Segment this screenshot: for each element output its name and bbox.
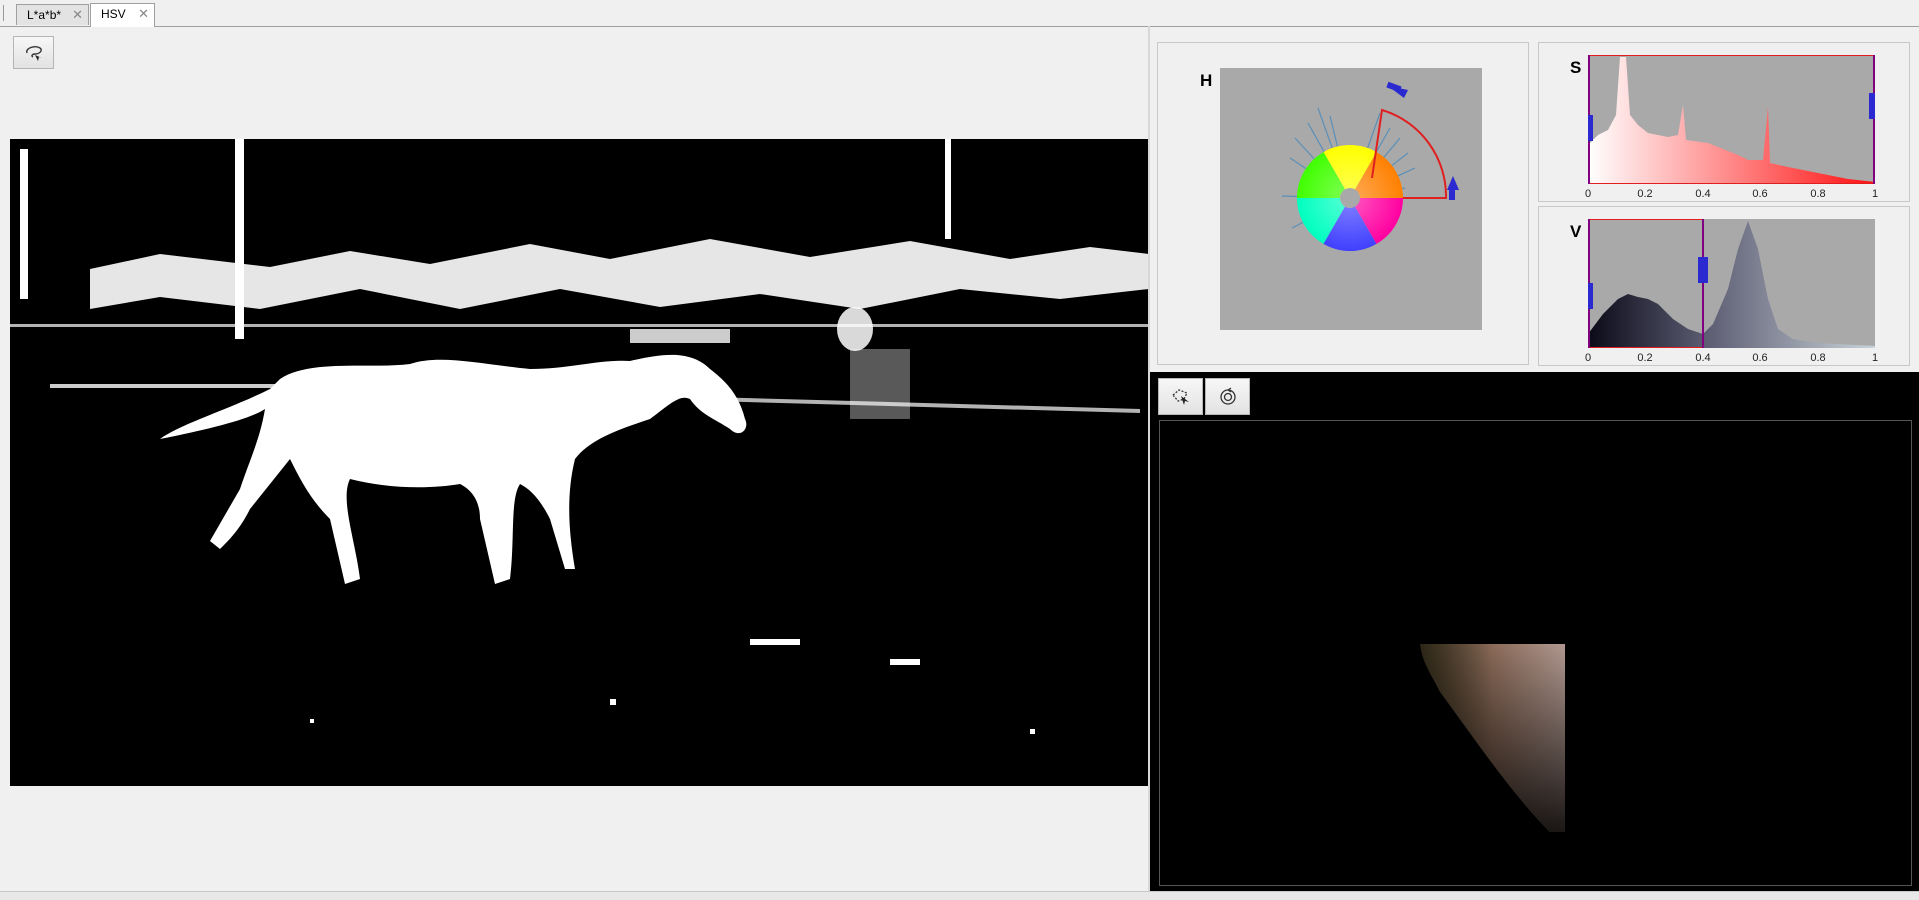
saturation-histogram-svg xyxy=(1587,55,1876,184)
value-min-handle[interactable] xyxy=(1587,283,1593,309)
close-icon[interactable]: ✕ xyxy=(72,5,83,25)
s-tick: 0.2 xyxy=(1637,188,1653,200)
s-tick: 0.8 xyxy=(1810,188,1826,200)
hue-wheel-plot[interactable] xyxy=(1220,68,1482,330)
v-tick: 1 xyxy=(1871,352,1879,364)
region-select-button[interactable] xyxy=(1158,378,1203,415)
v-tick: 0.8 xyxy=(1810,352,1826,364)
color-wheel xyxy=(1297,144,1403,252)
s-tick: 0.6 xyxy=(1752,188,1768,200)
tab-hsv-label: HSV xyxy=(101,7,126,21)
value-panel: V 0 0.2 0.4 0.6 0.8 1 xyxy=(1538,206,1910,366)
saturation-max-handle[interactable] xyxy=(1869,93,1876,119)
freehand-select-button[interactable] xyxy=(13,36,54,69)
tab-lab-label: L*a*b* xyxy=(27,8,62,22)
mask-image[interactable] xyxy=(10,139,1149,786)
value-label: V xyxy=(1570,222,1582,241)
tab-grip xyxy=(3,5,8,21)
value-max-handle[interactable] xyxy=(1698,257,1708,283)
saturation-min-handle[interactable] xyxy=(1587,115,1593,141)
tab-bar: L*a*b* ✕ HSV ✕ xyxy=(0,0,1919,27)
v-tick: 0.2 xyxy=(1637,352,1653,364)
s-tick: 0 xyxy=(1584,188,1592,200)
point-cloud-view[interactable] xyxy=(1150,372,1919,891)
saturation-label: S xyxy=(1570,58,1582,77)
saturation-panel: S 0 0.2 0.4 0.6 0.8 1 xyxy=(1538,42,1910,202)
v-tick: 0.6 xyxy=(1752,352,1768,364)
point-cloud-frame xyxy=(1159,420,1912,886)
tab-lab[interactable]: L*a*b* ✕ xyxy=(16,4,89,25)
v-tick: 0 xyxy=(1584,352,1592,364)
s-tick: 1 xyxy=(1871,188,1879,200)
hue-handle-end-icon[interactable] xyxy=(1447,176,1459,190)
hue-label: H xyxy=(1200,71,1213,90)
hue-panel: H xyxy=(1157,42,1529,365)
value-axis: 0 0.2 0.4 0.6 0.8 1 xyxy=(1584,352,1879,366)
rotate-button[interactable] xyxy=(1205,378,1250,415)
hue-wheel-svg xyxy=(1281,81,1459,252)
value-histogram-svg xyxy=(1587,219,1875,348)
saturation-axis: 0 0.2 0.4 0.6 0.8 1 xyxy=(1584,188,1879,202)
region-select-icon xyxy=(1171,388,1189,405)
tab-hsv[interactable]: HSV ✕ xyxy=(90,3,155,27)
saturation-histogram[interactable] xyxy=(1587,55,1876,184)
value-histogram[interactable] xyxy=(1587,219,1875,348)
horse-mask-svg xyxy=(10,139,1149,786)
s-tick: 0.4 xyxy=(1695,188,1711,200)
rotate-3d-icon xyxy=(1219,387,1236,405)
freehand-select-icon xyxy=(25,45,42,61)
close-icon[interactable]: ✕ xyxy=(138,4,149,24)
v-tick: 0.4 xyxy=(1695,352,1711,364)
